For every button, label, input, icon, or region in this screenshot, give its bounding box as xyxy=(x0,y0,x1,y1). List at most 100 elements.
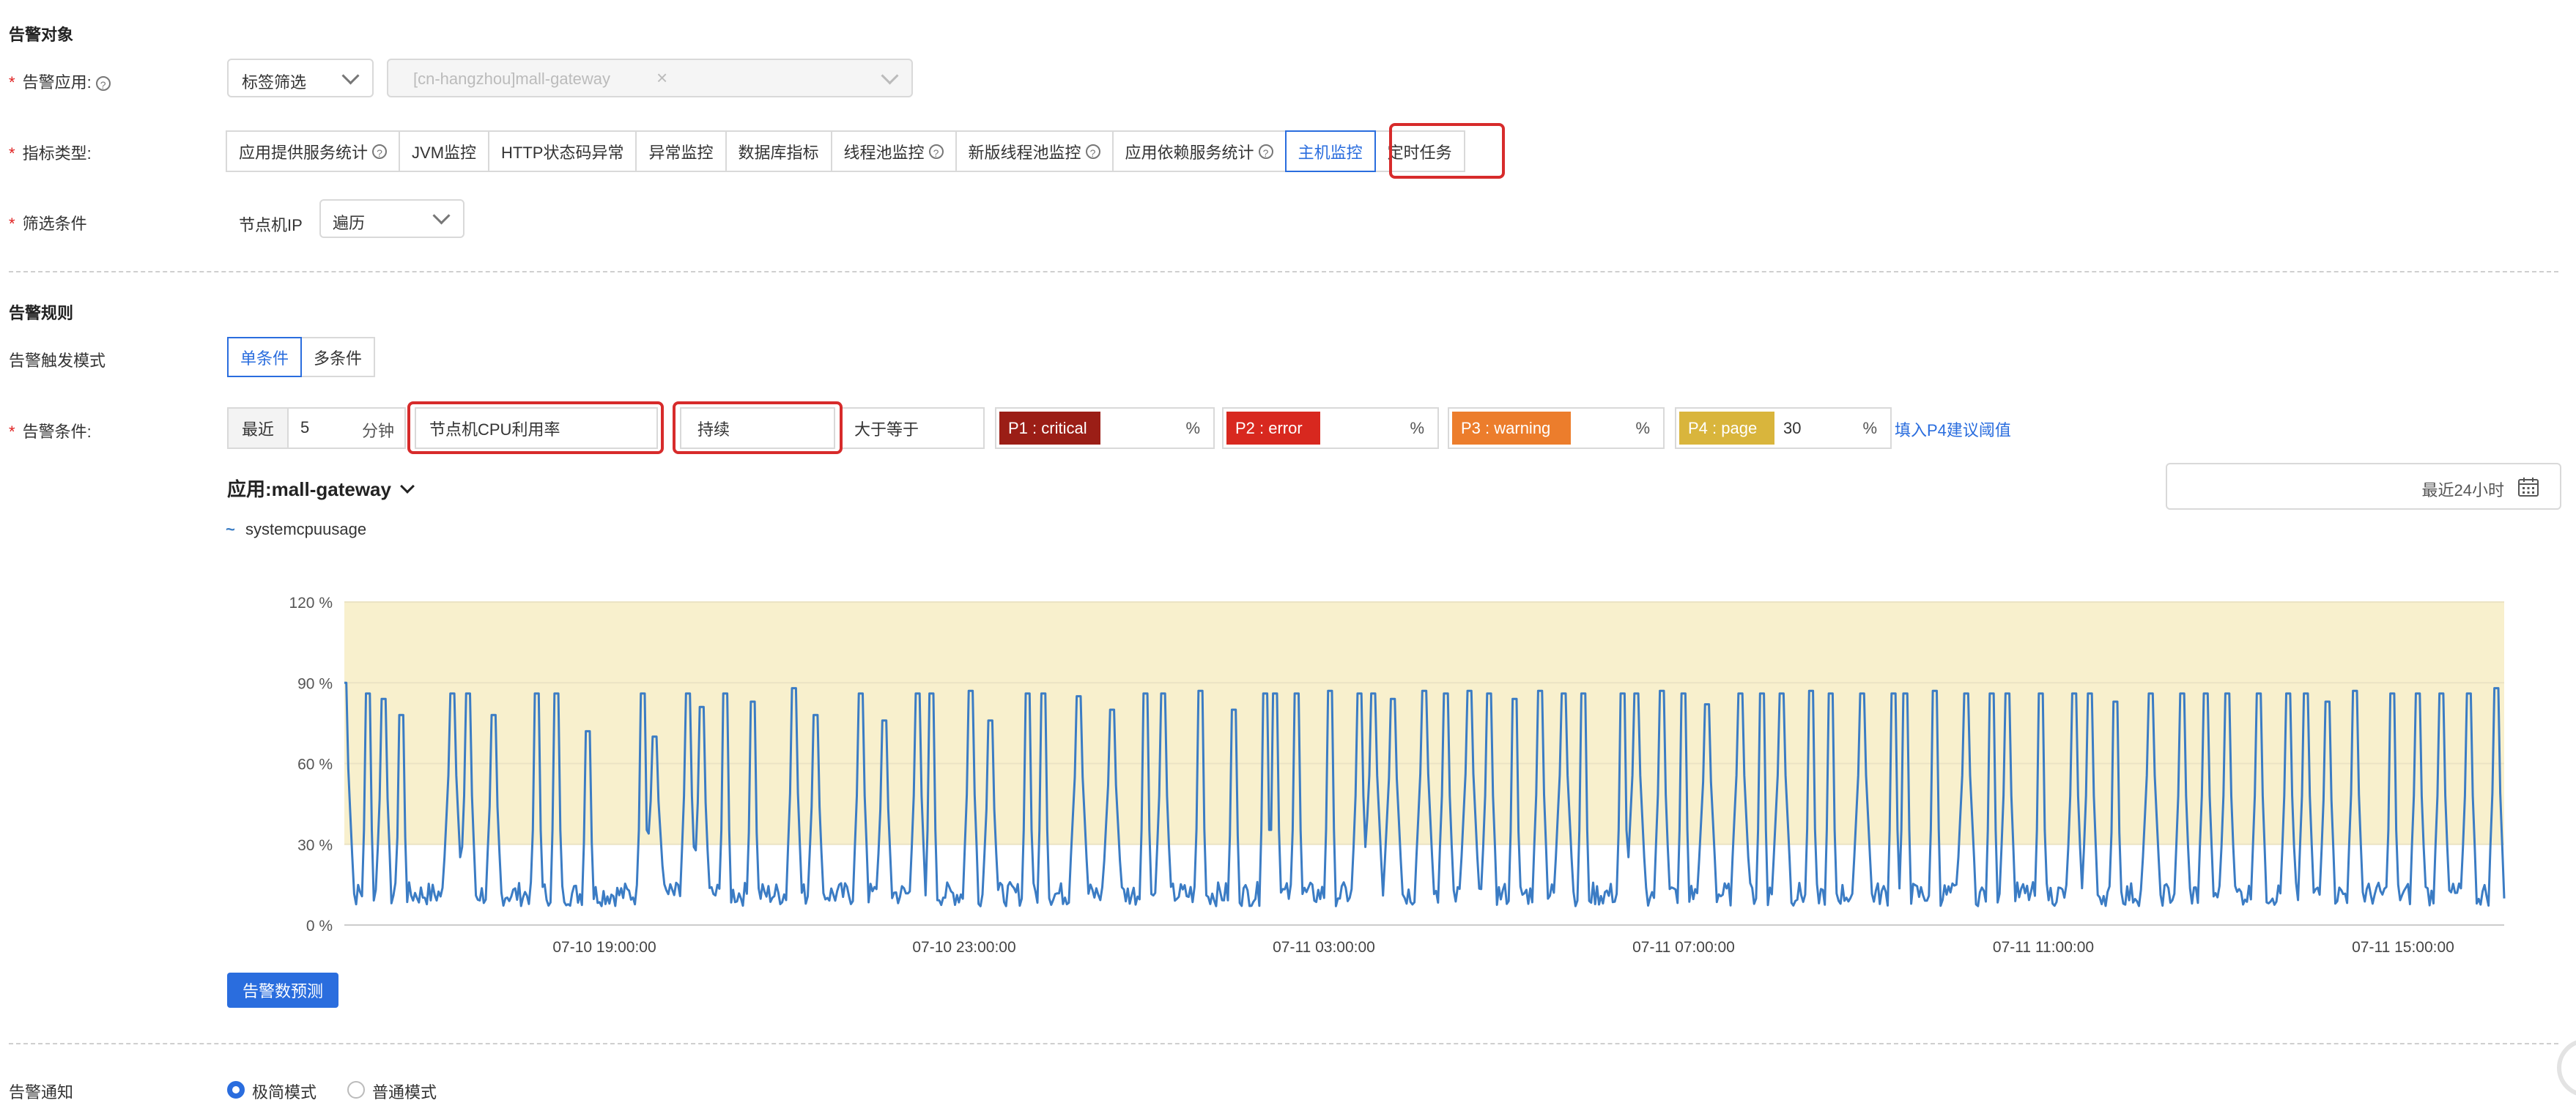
section-divider xyxy=(9,1043,2558,1044)
app-select-value: [cn-hangzhou]mall-gateway xyxy=(413,70,611,88)
app-label-text: 告警应用: xyxy=(22,73,92,92)
p3-threshold-input[interactable]: P3 : warning % xyxy=(1448,407,1665,449)
simple-mode-radio[interactable] xyxy=(227,1081,245,1099)
p2-unit: % xyxy=(1410,419,1424,437)
tab-label: 线程池监控 xyxy=(843,143,925,162)
node-ip-value: 遍历 xyxy=(333,214,366,232)
tab-label: 主机监控 xyxy=(1298,143,1363,162)
tab-http-status[interactable]: HTTP状态码异常 xyxy=(488,130,637,172)
metric-field-label: * 指标类型: xyxy=(9,141,92,164)
alert-rule-page: 告警对象 * 告警应用:? 标签筛选 [cn-hangzhou]mall-gate… xyxy=(0,0,2576,1102)
condition-label-text: 告警条件: xyxy=(22,423,92,441)
app-field-label: * 告警应用:? xyxy=(9,70,111,93)
normal-mode-radio[interactable] xyxy=(347,1081,365,1099)
x-tick-label: 07-11 11:00:00 xyxy=(1993,939,2094,956)
p2-threshold-input[interactable]: P2 : error % xyxy=(1222,407,1439,449)
p1-unit: % xyxy=(1185,419,1200,437)
metric-type-tabs: 应用提供服务统计? JVM监控 HTTP状态码异常 异常监控 数据库指标 线程池… xyxy=(226,130,1465,172)
p4-unit: % xyxy=(1862,419,1877,437)
target-section-title: 告警对象 xyxy=(9,26,74,44)
p3-badge: P3 : warning xyxy=(1452,412,1571,445)
recent-label: 最近 xyxy=(227,407,289,449)
y-tick-label: 120 % xyxy=(289,595,333,612)
y-tick-label: 60 % xyxy=(297,757,333,773)
tab-label: 定时任务 xyxy=(1387,143,1452,162)
chart-legend[interactable]: ~ systemcpuusage xyxy=(226,520,366,539)
y-tick-label: 30 % xyxy=(297,837,333,854)
normal-mode-label: 普通模式 xyxy=(372,1083,437,1102)
simple-mode-label: 极简模式 xyxy=(252,1083,317,1102)
required-marker: * xyxy=(9,215,15,233)
chevron-down-icon xyxy=(400,479,415,494)
rule-section-title: 告警规则 xyxy=(9,304,74,322)
p4-value: 30 xyxy=(1783,419,1802,437)
metric-select[interactable]: 节点机CPU利用率 xyxy=(415,407,658,449)
alert-forecast-button[interactable]: 告警数预测 xyxy=(227,973,338,1008)
trigger-mode-label: 告警触发模式 xyxy=(9,352,106,370)
x-tick-label: 07-10 23:00:00 xyxy=(912,939,1015,956)
multi-condition-option[interactable]: 多条件 xyxy=(300,337,376,377)
required-marker: * xyxy=(9,73,15,92)
tab-label: 异常监控 xyxy=(648,143,714,162)
suggest-threshold-link[interactable]: 填入P4建议阈值 xyxy=(1895,417,2011,441)
filter-mode-select[interactable]: 标签筛选 xyxy=(227,59,374,97)
x-tick-label: 07-11 15:00:00 xyxy=(2352,939,2454,956)
clear-icon[interactable]: × xyxy=(656,67,667,89)
help-icon[interactable]: ? xyxy=(372,144,388,159)
y-tick-label: 90 % xyxy=(297,675,333,692)
help-icon[interactable]: ? xyxy=(95,76,111,92)
p1-threshold-input[interactable]: P1 : critical % xyxy=(995,407,1215,449)
x-tick-label: 07-11 07:00:00 xyxy=(1632,939,1735,956)
window-minutes-value: 5 xyxy=(300,418,310,437)
tab-exception[interactable]: 异常监控 xyxy=(635,130,727,172)
operator-select[interactable]: 大于等于 xyxy=(840,407,985,449)
x-tick-label: 07-10 19:00:00 xyxy=(552,939,656,956)
tab-host-monitor[interactable]: 主机监控 xyxy=(1284,130,1376,172)
x-tick-label: 07-11 03:00:00 xyxy=(1273,939,1375,956)
filter-label-text: 筛选条件 xyxy=(22,215,87,233)
p1-badge: P1 : critical xyxy=(999,412,1100,445)
help-icon[interactable]: ? xyxy=(1085,144,1100,159)
tab-label: 数据库指标 xyxy=(738,143,819,162)
tab-database[interactable]: 数据库指标 xyxy=(725,130,832,172)
single-condition-option[interactable]: 单条件 xyxy=(227,337,303,377)
window-minutes-unit: 分钟 xyxy=(361,422,394,440)
tab-label: 应用提供服务统计 xyxy=(239,143,369,162)
tab-thread-pool[interactable]: 线程池监控? xyxy=(830,130,957,172)
p2-badge: P2 : error xyxy=(1226,412,1320,445)
time-range-value: 最近24小时 xyxy=(2421,481,2504,499)
p3-unit: % xyxy=(1635,419,1650,437)
tab-jvm[interactable]: JVM监控 xyxy=(399,130,490,172)
time-range-picker[interactable]: 最近24小时 xyxy=(2166,463,2561,510)
help-icon[interactable]: ? xyxy=(928,144,944,159)
p4-badge: P4 : page xyxy=(1679,412,1774,445)
tab-label: 新版线程池监控 xyxy=(968,143,1081,162)
tab-label: 应用依赖服务统计 xyxy=(1125,143,1254,162)
section-divider xyxy=(9,271,2558,272)
metric-label-text: 指标类型: xyxy=(22,144,92,163)
condition-label: * 告警条件: xyxy=(9,419,92,442)
tab-label: HTTP状态码异常 xyxy=(501,143,624,162)
node-ip-select[interactable]: 遍历 xyxy=(319,199,465,238)
tab-dependency-stats[interactable]: 应用依赖服务统计? xyxy=(1111,130,1287,172)
chevron-down-icon xyxy=(881,67,899,85)
chevron-down-icon xyxy=(341,67,360,85)
tab-app-service-stats[interactable]: 应用提供服务统计? xyxy=(226,130,401,172)
cpu-usage-chart: 120 % 90 % 60 % 30 % 0 % 07-10 19:00:00 07-10 … xyxy=(289,595,2506,956)
help-icon[interactable]: ? xyxy=(1258,144,1273,159)
y-tick-label: 0 % xyxy=(306,918,333,935)
chart-app-name: mall-gateway xyxy=(271,478,391,500)
window-minutes-input[interactable]: 5 分钟 xyxy=(287,407,406,449)
tab-scheduled-task[interactable]: 定时任务 xyxy=(1374,130,1465,172)
node-ip-label: 节点机IP xyxy=(239,216,303,234)
aggregation-select[interactable]: 持续 xyxy=(680,407,835,449)
tab-new-thread-pool[interactable]: 新版线程池监控? xyxy=(955,130,1114,172)
trigger-mode-switch: 单条件 多条件 xyxy=(227,337,376,377)
chart-app-label: 应用: xyxy=(227,478,272,500)
floating-action-ring[interactable] xyxy=(2557,1039,2576,1097)
filter-mode-value: 标签筛选 xyxy=(242,73,307,92)
p4-threshold-input[interactable]: P4 : page 30 % xyxy=(1675,407,1892,449)
calendar-icon xyxy=(2518,478,2539,497)
chart-app-selector[interactable]: 应用:mall-gateway xyxy=(227,475,415,502)
app-select[interactable]: [cn-hangzhou]mall-gateway × xyxy=(387,59,913,97)
